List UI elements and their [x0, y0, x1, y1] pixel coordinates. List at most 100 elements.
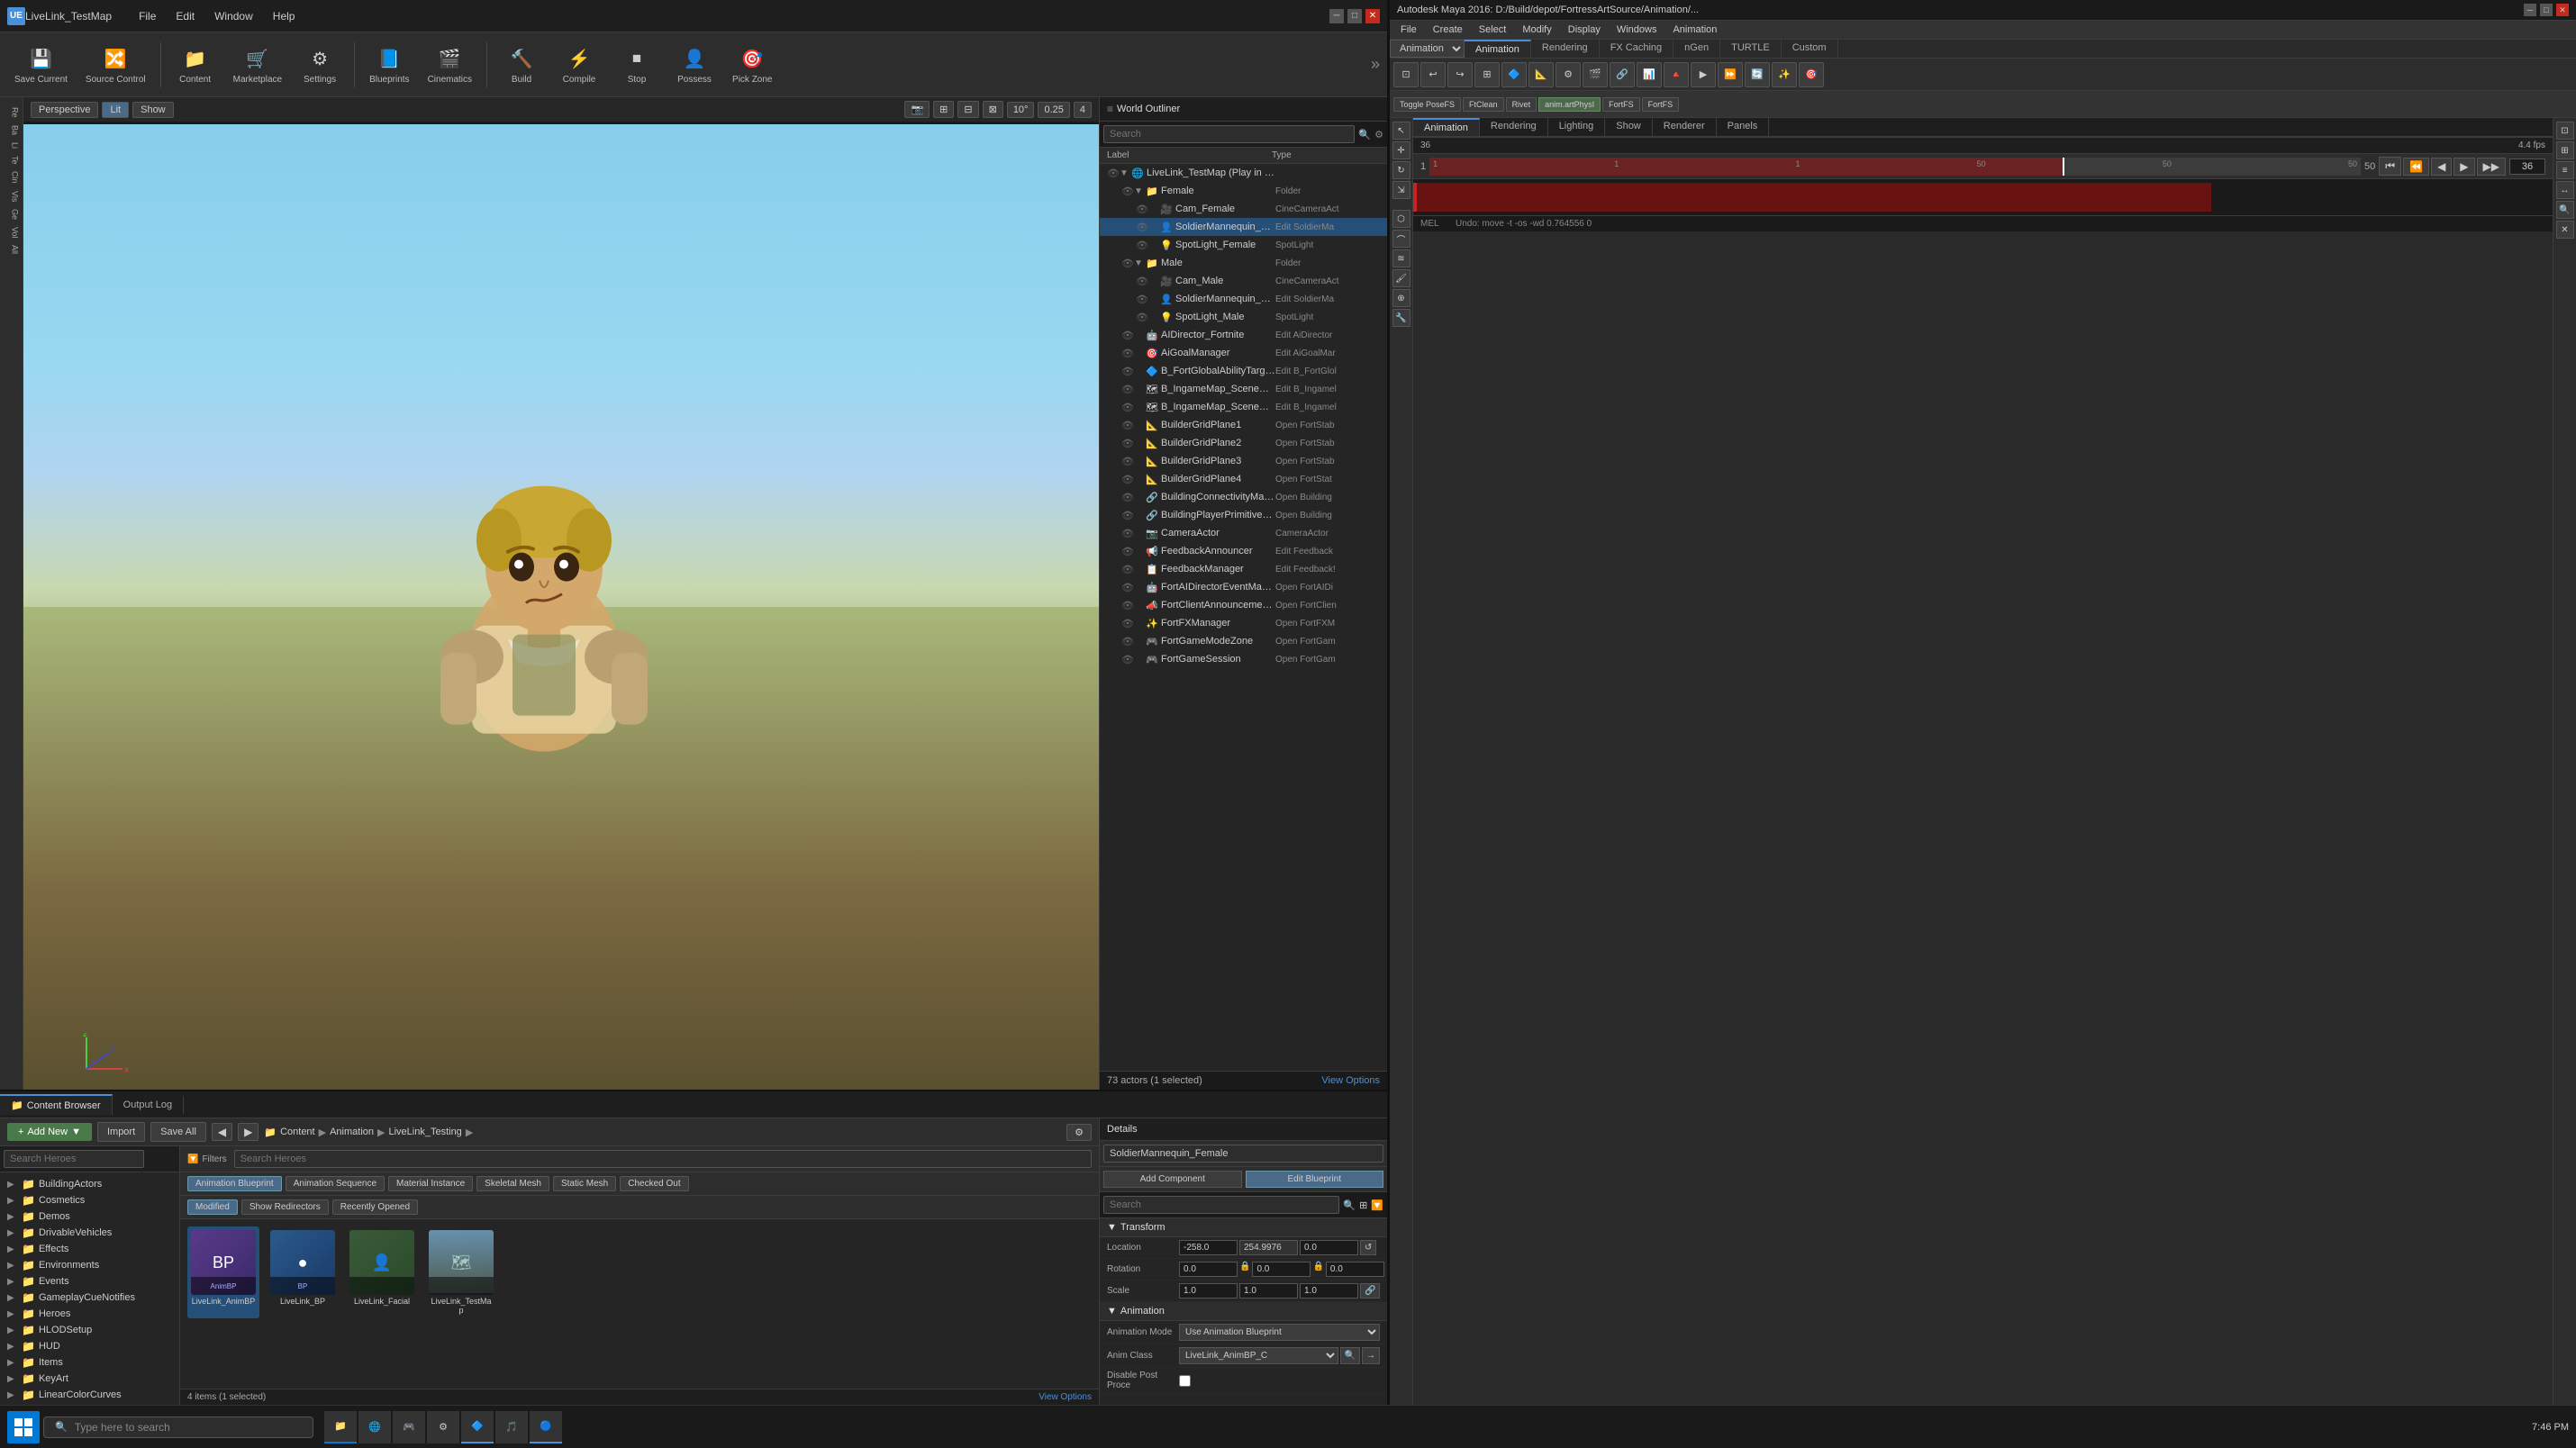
outliner-item[interactable]: 👁 📐 BuilderGridPlane4 Open FortStat [1100, 470, 1387, 488]
toolbar-cinematics[interactable]: 🎬 Cinematics [421, 41, 479, 88]
asset-grid[interactable]: BP AnimBP LiveLink_AnimBP ● BP LiveLink_… [180, 1219, 1099, 1389]
view-tab-show[interactable]: Show [1605, 118, 1653, 136]
outliner-item[interactable]: 👁 💡 SpotLight_Male SpotLight [1100, 308, 1387, 326]
details-search-input[interactable] [1103, 1196, 1339, 1214]
outliner-list[interactable]: 👁 ▼ 🌐 LiveLink_TestMap (Play in EditorWo… [1100, 164, 1387, 1071]
shelf-btn-1[interactable]: ⊡ [1393, 62, 1419, 87]
timeline-bar-area[interactable]: 1 1 1 50 50 50 [1429, 158, 2361, 176]
toolbar-content[interactable]: 📁 Content [168, 41, 222, 88]
outliner-item[interactable]: 👁 ▼ 📁 Female Folder [1100, 182, 1387, 200]
toolbar-build[interactable]: 🔨 Build [494, 41, 549, 88]
outliner-item[interactable]: 👁 👤 SoldierMannequin_Female Edit Soldier… [1100, 218, 1387, 236]
outliner-item[interactable]: 👁 👤 SoldierMannequin_Male Edit SoldierMa [1100, 290, 1387, 308]
asset-item[interactable]: 🗺 LiveLink_TestMap [425, 1226, 497, 1318]
close-btn[interactable]: ✕ [1365, 9, 1380, 23]
details-filter-icon[interactable]: 🔽 [1371, 1199, 1383, 1211]
filter-anim-bp[interactable]: Animation Blueprint [187, 1176, 282, 1191]
disable-post-checkbox[interactable] [1179, 1375, 1191, 1387]
shelf-btn-12[interactable]: ▶ [1691, 62, 1716, 87]
filter-checked-out[interactable]: Checked Out [620, 1176, 688, 1191]
maya-menu-file[interactable]: File [1393, 23, 1424, 37]
maya-menu-display[interactable]: Display [1561, 23, 1608, 37]
rotation-z-input[interactable] [1326, 1262, 1384, 1277]
settings-icon-outliner[interactable]: ⚙ [1374, 129, 1383, 140]
outliner-item[interactable]: 👁 📐 BuilderGridPlane2 Open FortStab [1100, 434, 1387, 452]
view-tab-view[interactable]: Animation [1413, 118, 1480, 136]
eye-icon[interactable]: 👁 [1136, 222, 1148, 233]
eye-icon[interactable]: 👁 [1121, 402, 1134, 413]
maya-menu-create[interactable]: Create [1426, 23, 1470, 37]
filter-skel-mesh[interactable]: Skeletal Mesh [476, 1176, 549, 1191]
maya-menu-modify[interactable]: Modify [1515, 23, 1558, 37]
expand-icon[interactable]: ▼ [1134, 258, 1145, 268]
shelf-btn-3[interactable]: ↪ [1447, 62, 1473, 87]
folder-item[interactable]: ▶ 📁 Items [0, 1354, 179, 1371]
folder-item[interactable]: ▶ 📁 Effects [0, 1241, 179, 1257]
eye-icon[interactable]: 👁 [1136, 204, 1148, 215]
location-z-input[interactable] [1300, 1240, 1358, 1255]
perspective-btn[interactable]: Perspective [31, 102, 98, 118]
view-tab-lighting[interactable]: Lighting [1548, 118, 1606, 136]
outliner-item[interactable]: 👁 📐 BuilderGridPlane3 Open FortStab [1100, 452, 1387, 470]
nav-forward-btn[interactable]: ▶ [238, 1123, 259, 1141]
rbar-btn5[interactable]: 🔍 [2556, 201, 2574, 219]
maya-bar-skin[interactable]: 🔧 [1392, 309, 1410, 327]
folder-item[interactable]: ▶ 📁 DrivableVehicles [0, 1225, 179, 1241]
scale-link-btn[interactable]: 🔗 [1360, 1283, 1380, 1299]
eye-icon[interactable]: 👁 [1121, 474, 1134, 485]
tl-skip-start[interactable]: ⏮ [2379, 157, 2401, 176]
angle-btn[interactable]: 10° [1007, 102, 1035, 118]
rbar-btn1[interactable]: ⊡ [2556, 122, 2574, 140]
outliner-item[interactable]: 👁 🤖 FortAIDirectorEventManager Open Fort… [1100, 578, 1387, 596]
shelf-btn-8[interactable]: 🎬 [1583, 62, 1608, 87]
sort-modified[interactable]: Modified [187, 1199, 238, 1215]
anim-class-arrow-btn[interactable]: → [1362, 1347, 1380, 1364]
sidebar-btn-ge[interactable]: Ge [2, 206, 22, 222]
output-log-tab[interactable]: Output Log [113, 1096, 184, 1114]
folder-item[interactable]: ▶ 📁 Demos [0, 1208, 179, 1225]
menu-help[interactable]: Help [264, 6, 304, 26]
maya-bar-rotate[interactable]: ↻ [1392, 161, 1410, 179]
outliner-item[interactable]: 👁 💡 SpotLight_Female SpotLight [1100, 236, 1387, 254]
eye-icon[interactable]: 👁 [1107, 167, 1120, 179]
eye-icon[interactable]: 👁 [1121, 456, 1134, 467]
maya-close-btn[interactable]: ✕ [2556, 4, 2569, 16]
outliner-item[interactable]: 👁 📋 FeedbackManager Edit Feedback! [1100, 560, 1387, 578]
tl-step-back[interactable]: ⏪ [2403, 158, 2429, 176]
location-reset-btn[interactable]: ↺ [1360, 1240, 1376, 1255]
cam-btn[interactable]: 📷 [904, 101, 930, 118]
filters-label[interactable]: Filters [202, 1154, 226, 1164]
rbar-btn2[interactable]: ⊞ [2556, 141, 2574, 159]
minimize-btn[interactable]: ─ [1329, 9, 1344, 23]
expand-icon[interactable]: ▼ [1120, 168, 1130, 178]
taskbar-search[interactable]: 🔍 Type here to search [43, 1416, 313, 1438]
taskbar-ue4[interactable]: 🔷 [461, 1411, 494, 1443]
maya-bar-scale[interactable]: ⇲ [1392, 181, 1410, 199]
shelf-btn-10[interactable]: 📊 [1637, 62, 1662, 87]
maya-menu-select[interactable]: Select [1472, 23, 1514, 37]
maya-bar-deform[interactable]: ≋ [1392, 249, 1410, 267]
shelf-btn-14[interactable]: 🔄 [1745, 62, 1770, 87]
folder-item[interactable]: ▶ 📁 LinearColorCurves [0, 1387, 179, 1403]
outliner-item[interactable]: 👁 ▼ 📁 Male Folder [1100, 254, 1387, 272]
taskbar-chrome[interactable]: 🌐 [358, 1411, 391, 1443]
folder-search-input[interactable] [4, 1150, 144, 1168]
edit-blueprint-btn[interactable]: Edit Blueprint [1246, 1171, 1384, 1188]
outliner-item[interactable]: 👁 🔷 B_FortGlobalAbilityTargeting Edit B_… [1100, 362, 1387, 380]
outliner-search-input[interactable] [1103, 125, 1355, 143]
maya-tab-turtle[interactable]: TURTLE [1720, 40, 1782, 58]
add-component-btn[interactable]: Add Component [1103, 1171, 1242, 1188]
location-x-input[interactable] [1179, 1240, 1238, 1255]
scale-btn[interactable]: 0.25 [1038, 102, 1069, 118]
maya-module-select[interactable]: Animation [1390, 40, 1465, 58]
folder-item[interactable]: ▶ 📁 BuildingActors [0, 1176, 179, 1192]
eye-icon[interactable]: 👁 [1121, 258, 1134, 269]
location-y-input[interactable] [1239, 1240, 1298, 1255]
outliner-item[interactable]: 👁 ✨ FortFXManager Open FortFXM [1100, 614, 1387, 632]
shelf-btn-6[interactable]: 📐 [1528, 62, 1554, 87]
folder-item[interactable]: ▶ 📁 Cosmetics [0, 1192, 179, 1208]
maximize-btn[interactable]: □ [1347, 9, 1362, 23]
shelf-btn-15[interactable]: ✨ [1772, 62, 1797, 87]
toolbar-possess[interactable]: 👤 Possess [667, 41, 721, 88]
toolbar-stop[interactable]: ⏹ Stop [610, 41, 664, 88]
